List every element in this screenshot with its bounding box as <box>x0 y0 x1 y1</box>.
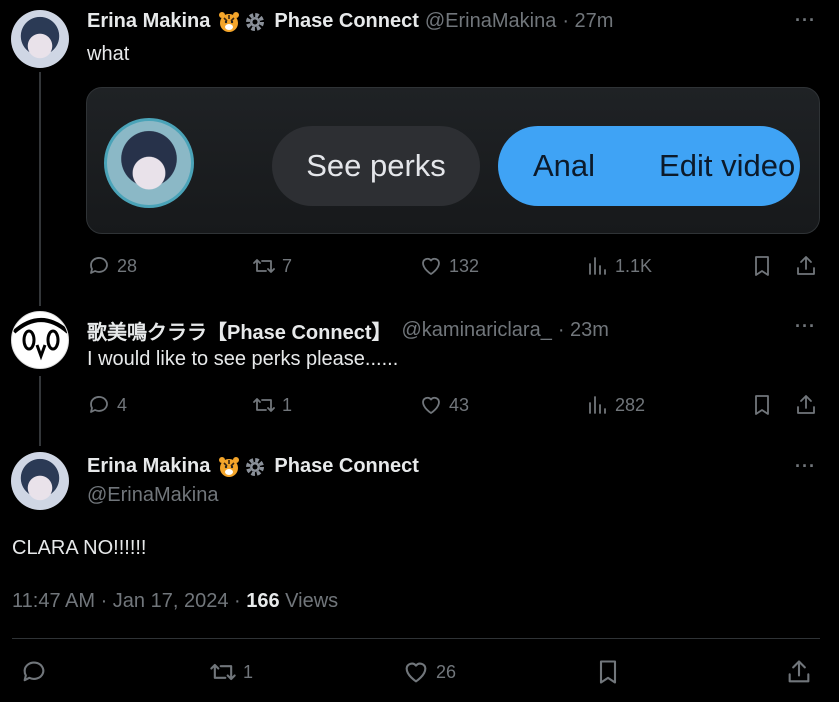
author-name[interactable]: Erina Makina <box>87 455 210 478</box>
tiger-emoji <box>218 11 240 33</box>
repost-icon <box>210 663 236 681</box>
repost-button[interactable]: 7 <box>252 254 292 278</box>
share-button[interactable] <box>785 658 813 686</box>
bookmark-button[interactable] <box>750 254 774 278</box>
like-icon <box>422 257 440 275</box>
divider <box>12 638 820 639</box>
like-icon <box>405 662 427 683</box>
reply-count: 28 <box>117 255 138 276</box>
tweet-time[interactable]: · 23m <box>558 319 609 342</box>
bookmark-button[interactable] <box>594 658 622 686</box>
repost-count: 7 <box>282 255 293 276</box>
view-count: 282 <box>615 394 646 415</box>
like-button[interactable]: 26 <box>402 658 456 686</box>
main-tweet-actions: 1 26 <box>20 658 820 686</box>
tweet-header: Erina Makina Phase Connect @ErinaMakina … <box>87 10 613 33</box>
like-button[interactable]: 43 <box>419 393 469 417</box>
repost-count: 1 <box>282 394 293 415</box>
bookmark-icon <box>755 256 769 276</box>
bookmark-icon <box>599 660 617 684</box>
media-avatar <box>104 118 194 208</box>
like-count: 43 <box>449 394 470 415</box>
affiliation: Phase Connect <box>274 455 419 477</box>
reply-icon <box>23 661 45 682</box>
gear-emoji <box>244 11 266 33</box>
like-button[interactable]: 132 <box>419 254 479 278</box>
author-handle[interactable]: @ErinaMakina <box>87 484 218 507</box>
tweet-text: I would like to see perks please...... <box>87 348 399 370</box>
repost-button[interactable]: 1 <box>252 393 292 417</box>
tweet-text: what <box>87 43 130 65</box>
reply-button[interactable]: 28 <box>87 254 137 278</box>
views-button[interactable]: 1.1K <box>585 254 652 278</box>
edit-video-label: Edit video <box>659 148 796 183</box>
repost-icon <box>253 259 275 273</box>
thread-line <box>39 376 41 446</box>
views-button[interactable]: 282 <box>585 393 645 417</box>
author-handle[interactable]: @ErinaMakina <box>425 10 556 33</box>
share-icon <box>797 256 815 275</box>
affiliation: Phase Connect <box>274 10 419 32</box>
tweet-header: 歌美鳴クララ【Phase Connect】 @kaminariclara_ · … <box>87 316 609 345</box>
blue-action-pill: Anal Edit video <box>498 126 800 206</box>
gear-emoji <box>244 456 266 478</box>
avatar[interactable] <box>11 10 69 68</box>
thread-line <box>39 72 41 306</box>
view-count: 1.1K <box>615 255 653 276</box>
tweet-meta: 11:47 AM · Jan 17, 2024 · 166 Views <box>12 590 338 613</box>
like-icon <box>422 396 440 414</box>
views-icon <box>589 396 606 414</box>
like-count: 132 <box>449 255 480 276</box>
reply-button[interactable]: 4 <box>87 393 127 417</box>
reply-count: 4 <box>117 394 128 415</box>
tiger-emoji <box>218 456 240 478</box>
tweet-time[interactable]: · 27m <box>562 10 613 33</box>
share-button[interactable] <box>794 393 818 417</box>
tweet-header: Erina Makina Phase Connect <box>87 455 419 478</box>
more-icon[interactable]: ··· <box>795 10 816 31</box>
repost-icon <box>253 398 275 412</box>
author-name[interactable]: 歌美鳴クララ【Phase Connect】 <box>87 316 391 345</box>
tweet-actions: 4 1 43 282 <box>87 393 820 419</box>
share-button[interactable] <box>794 254 818 278</box>
reply-button[interactable] <box>20 658 48 686</box>
avatar[interactable] <box>11 452 69 510</box>
views-count: 166 <box>246 590 280 612</box>
views-icon <box>589 257 606 275</box>
repost-count: 1 <box>243 661 254 682</box>
timestamp[interactable]: 11:47 AM · Jan 17, 2024 · <box>12 590 246 612</box>
clara-face-icon <box>12 318 68 361</box>
more-icon[interactable]: ··· <box>795 316 816 337</box>
share-icon <box>797 395 815 414</box>
tweet-text: CLARA NO!!!!!! <box>12 537 147 559</box>
bookmark-button[interactable] <box>750 393 774 417</box>
share-icon <box>788 660 810 683</box>
see-perks-label: See perks <box>306 148 446 183</box>
like-count: 26 <box>436 661 457 682</box>
avatar[interactable] <box>11 311 69 369</box>
see-perks-button: See perks <box>272 126 480 206</box>
views-label: Views <box>279 590 339 612</box>
reply-icon <box>90 396 108 413</box>
author-name[interactable]: Erina Makina <box>87 10 210 33</box>
author-handle[interactable]: @kaminariclara_ <box>401 319 551 342</box>
reply-icon <box>90 257 108 274</box>
more-icon[interactable]: ··· <box>795 456 816 477</box>
media-screenshot[interactable]: See perks Anal Edit video <box>86 87 820 234</box>
repost-button[interactable]: 1 <box>209 658 253 686</box>
bookmark-icon <box>755 395 769 415</box>
tweet-actions: 28 7 132 1.1K <box>87 254 820 280</box>
anal-label: Anal <box>533 148 596 183</box>
